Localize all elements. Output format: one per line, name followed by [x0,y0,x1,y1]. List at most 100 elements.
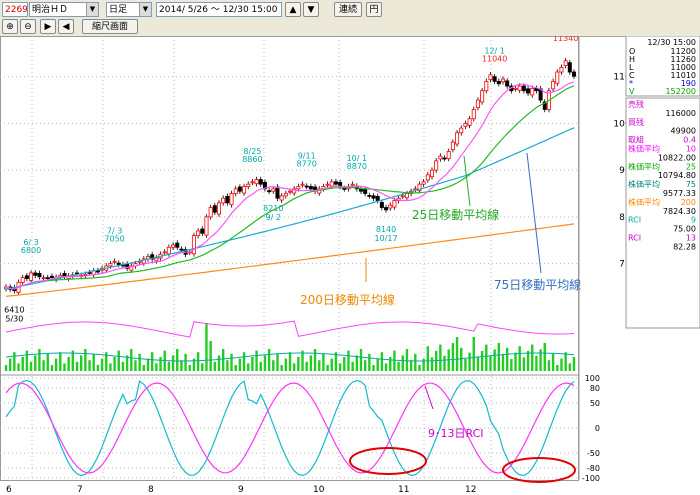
zoom-out-icon[interactable]: ⊖ [20,19,36,34]
candle-up [191,235,196,255]
volume-bar [535,355,538,371]
month-label: 9 [238,485,244,495]
high-annotation-price: 6800 [21,246,41,255]
candle-up [551,80,556,90]
shrink-icon[interactable]: ◀ [58,19,74,34]
side-label: 売残 [628,99,644,109]
stock-name-label: 明治ＨＤ [32,5,69,15]
candle-up [429,169,434,178]
toolbar: 2269 明治ＨＤ ▼ 日足 ▼ 2014/ 5/26 ～ 12/30 15:0… [0,0,700,37]
volume-bar [347,350,350,371]
month-label: 11 [398,485,409,495]
candle-up [221,197,226,204]
volume-bar [547,360,551,371]
yen-button[interactable]: 円 [366,2,382,17]
volume-bar [167,361,171,371]
candle-down [179,248,184,251]
volume-bar [38,349,41,371]
side-label: 株価平均 [628,197,660,207]
date-range-field[interactable]: 2014/ 5/26 ～ 12/30 15:00 [156,2,282,17]
candle-up [475,99,480,108]
candle-up [41,277,46,280]
volume-bar [439,344,442,371]
volume-bar [272,360,275,371]
candle-up [196,230,201,236]
ma200-line [5,223,575,297]
stock-name-dropdown-icon[interactable]: ▼ [86,3,98,16]
candle-up [216,202,221,215]
volume-bar [380,352,384,371]
volume-bar [405,349,409,371]
volume-bar [263,355,267,371]
volume-bar [209,341,212,371]
ma25-pointer [463,155,471,207]
volume-bar [159,357,162,371]
info-datetime: 12/30 15:00 [647,38,696,47]
candle-down [342,187,347,190]
volume-bar [472,337,475,371]
scroll-down-button[interactable]: ▼ [303,2,319,17]
candle-up [555,71,560,84]
candle-up [208,207,213,218]
candle-down [267,190,272,193]
rci-tick-label: -80 [587,464,600,473]
volume-bar [426,346,430,371]
candle-up [480,90,485,103]
candle-up [108,263,113,267]
period-select[interactable]: 日足 ▼ [106,2,152,17]
side-label: 買残 [628,117,644,127]
high-annotation-price: 11040 [482,54,507,63]
volume-bar [130,349,133,371]
expand-icon[interactable]: ▶ [40,19,56,34]
candle-up [513,87,518,90]
continuous-button[interactable]: 連続 [334,2,362,17]
zoom-in-icon[interactable]: ⊕ [2,19,18,34]
margin-ratio-line [5,320,575,338]
candle-down [572,71,577,77]
volume-bar [8,358,12,371]
scroll-up-button[interactable]: ▲ [285,2,301,17]
volume-bar [568,363,572,371]
side-value: 25 [686,162,696,171]
side-value: 10822.00 [658,153,696,162]
volume-bar [522,357,526,371]
volume-bar [430,357,434,371]
stock-name-field[interactable]: 明治ＨＤ ▼ [29,2,99,17]
candle-down [333,181,338,185]
candle-up [271,188,276,192]
ma10-line [5,81,575,290]
side-value: 75 [686,180,696,189]
reset-scale-button[interactable]: 縮尺画面 [82,19,138,34]
volume-bar [50,365,54,371]
volume-bar [505,347,509,371]
candle-down [116,262,121,265]
side-label: 株価平均 [628,144,660,154]
candle-up [246,183,251,187]
volume-bar [422,358,425,371]
stock-code-field[interactable]: 2269 [2,2,28,17]
ma75-pointer [526,152,542,274]
volume-bar [493,349,496,371]
volume-bar [255,350,258,371]
high-annotation-price: 8770 [297,160,317,169]
candle-up [404,193,409,199]
volume-bar [134,360,137,371]
candle-up [154,257,159,262]
volume-bar [217,355,221,371]
volume-bar [318,360,321,371]
volume-bar [75,361,79,371]
volume-bar [34,355,37,371]
volume-bar [96,365,100,371]
volume-bar [63,363,66,371]
period-dropdown-icon[interactable]: ▼ [139,3,151,16]
volume-bar [330,358,333,371]
volume-bar [510,359,513,371]
volume-bar [455,337,459,371]
volume-bar [188,365,191,371]
candle-down [492,76,497,82]
candle-up [242,186,247,194]
candle-down [363,188,368,194]
volume-bar [201,363,204,371]
candle-up [296,186,301,190]
volume-bar [184,353,187,371]
